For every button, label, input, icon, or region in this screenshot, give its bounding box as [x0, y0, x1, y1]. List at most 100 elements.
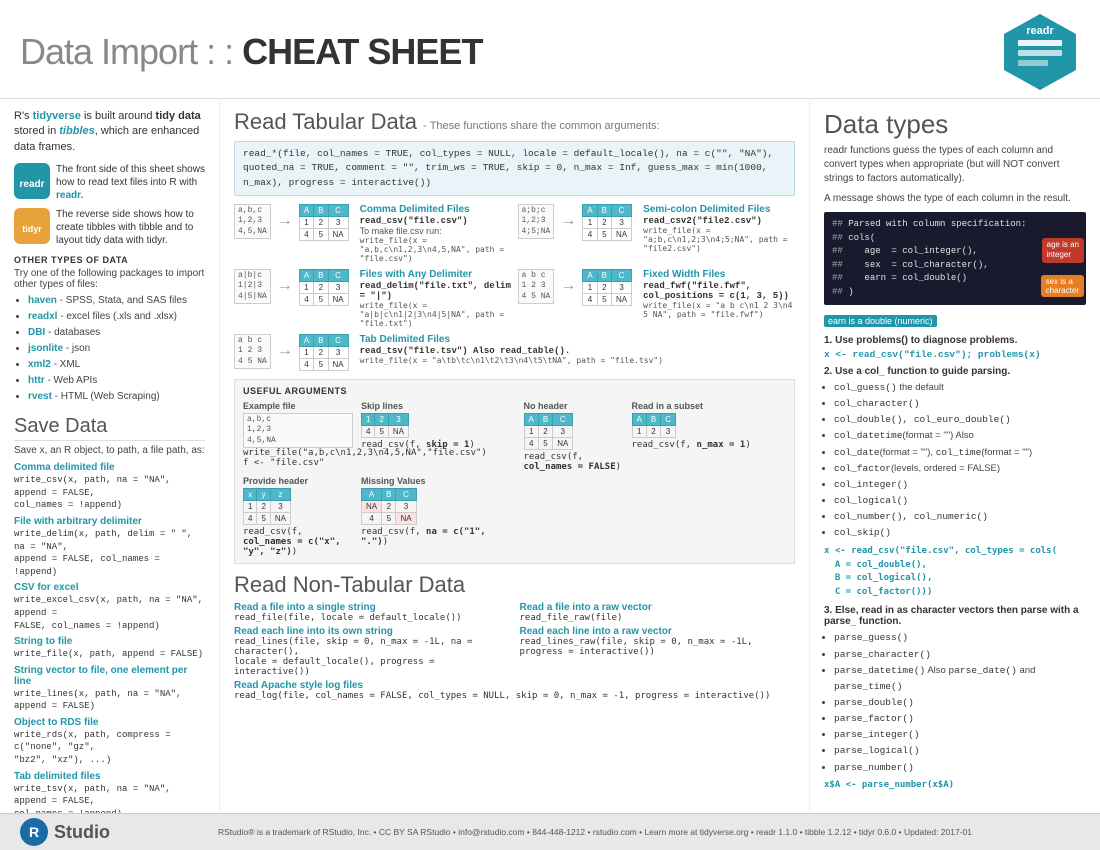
- packages-list: haven - SPSS, Stata, and SAS files readx…: [28, 293, 205, 405]
- tsv-write: write_file(x = "a\tb\tc\n1\t2\t3\n4\t5\t…: [360, 356, 795, 365]
- arg-noheader-table: ABC 123 45NA: [524, 413, 574, 450]
- non-tabular-title: Read Non-Tabular Data: [234, 572, 795, 598]
- fwf-desc: Fixed Width Files read_fwf("file.fwf", c…: [643, 269, 795, 319]
- double-numeric-badge: earn is a double (numeric): [824, 315, 937, 327]
- delim-colored-table: ABC 123 45NA: [299, 269, 349, 306]
- csv2-desc: Semi-colon Delimited Files read_csv2("fi…: [643, 204, 795, 253]
- arg-header-table: xyz 123 45NA: [243, 488, 291, 525]
- save-item-string: String to file write_file(x, path, appen…: [14, 636, 205, 661]
- fwf-write: write_file(x = "a b c\n1 2 3\n4 5 NA", p…: [643, 301, 795, 319]
- arg-example-raw: a,b,c 1,2,3 4,5,NA: [243, 413, 353, 448]
- double-badge-row: earn is a double (numeric): [824, 315, 1086, 327]
- save-rds-code: write_rds(x, path, compress = c("none", …: [14, 729, 205, 767]
- delim-title: Files with Any Delimiter: [360, 269, 512, 280]
- non-tab-single-string: Read a file into a single string read_fi…: [234, 602, 510, 623]
- non-tab-lines-string-title: Read each line into its own string: [234, 626, 510, 637]
- arg-header-label: Provide header: [243, 476, 353, 486]
- delim-raw: a|b|c 1|2|3 4|5|NA: [234, 269, 271, 304]
- csv2-colored-table: ABC 123 45NA: [582, 204, 632, 241]
- list-item: DBI - databases: [28, 325, 205, 341]
- arg-subset-label: Read in a subset: [632, 401, 787, 411]
- list-item: col_date(format = ""), col_time(format =…: [834, 445, 1086, 461]
- title-bold: CHEAT SHEET: [242, 31, 482, 72]
- point2-code: x <- read_csv("file.csv", col_types = co…: [824, 545, 1086, 599]
- tidyr-badge-row: tidyr The reverse side shows how to crea…: [14, 208, 205, 247]
- point3-section: 3. Else, read in as character vectors th…: [824, 605, 1086, 789]
- save-lines-code: write_lines(x, path, na = "NA", append =…: [14, 688, 205, 713]
- list-item: col_number(), col_numeric(): [834, 509, 1086, 525]
- point1-title: 1. Use problems() to diagnose problems.: [824, 335, 1086, 346]
- csv-desc: Comma Delimited Files read_csv("file.csv…: [360, 204, 512, 263]
- footer-logo: R Studio: [20, 818, 110, 846]
- point1-code: x <- read_csv("file.csv"); problems(x): [824, 349, 1086, 360]
- delim-func: read_delim("file.txt", delim = "|"): [360, 281, 512, 301]
- save-delim-code: write_delim(x, path, delim = " ", na = "…: [14, 528, 205, 578]
- save-rds-title: Object to RDS file: [14, 717, 205, 728]
- list-item: col_datetime(format = "") Also: [834, 428, 1086, 444]
- list-item: xml2 - XML: [28, 357, 205, 373]
- csv2-write: write_file(x = "a;b,c\n1,2;3\n4;5;NA", p…: [643, 226, 795, 253]
- save-excel-code: write_excel_csv(x, path, na = "NA", appe…: [14, 594, 205, 632]
- list-item: col_skip(): [834, 525, 1086, 541]
- non-tab-lines-string: Read each line into its own string read_…: [234, 626, 510, 677]
- right-column: Data types readr functions guess the typ…: [810, 99, 1100, 847]
- common-args-code: read_*(file, col_names = TRUE, col_types…: [243, 148, 773, 188]
- section1-subtitle: - These functions share the common argum…: [423, 120, 659, 132]
- studio-text: Studio: [54, 822, 110, 843]
- file-example-delim: a|b|c 1|2|3 4|5|NA → ABC 123 45NA Files …: [234, 269, 512, 328]
- non-tab-lines-string-code: read_lines(file, skip = 0, n_max = -1L, …: [234, 637, 510, 677]
- badge1-text2: readr.: [56, 190, 83, 201]
- fwf-func: read_fwf("file.fwf", col_positions = c(1…: [643, 281, 795, 301]
- header: Data Import : : CHEAT SHEET readr: [0, 0, 1100, 99]
- arg-header-code: read_csv(f, col_names = c("x", "y", "z")…: [243, 527, 353, 557]
- col-functions-list: col_guess() the default col_character() …: [834, 380, 1086, 541]
- save-intro: Save x, an R object, to path, a file pat…: [14, 445, 205, 456]
- arg-example-label: Example file: [243, 401, 353, 411]
- arg-missing-code: read_csv(f, na = c("1", ".")): [361, 527, 516, 547]
- file-example-fwf: a b c 1 2 3 4 5 NA → ABC 123 45NA Fixed …: [518, 269, 796, 328]
- arg-header: Provide header xyz 123 45NA read_csv(f, …: [243, 476, 353, 557]
- arg-example: Example file a,b,c 1,2,3 4,5,NA write_fi…: [243, 401, 353, 468]
- file-example-csv: a,b,c 1,2,3 4,5,NA → ABC 123 45NA Comma …: [234, 204, 512, 263]
- page: Data Import : : CHEAT SHEET readr R's ti…: [0, 0, 1100, 850]
- arrow-icon5: →: [277, 342, 293, 360]
- list-item: col_guess() the default: [834, 380, 1086, 396]
- arg-skip-label: Skip lines: [361, 401, 516, 411]
- list-item: parse_number(): [834, 760, 1086, 776]
- list-item: col_factor(levels, ordered = FALSE): [834, 461, 1086, 477]
- parse-functions-list: parse_guess() parse_character() parse_da…: [834, 630, 1086, 775]
- save-csv-code: write_csv(x, path, na = "NA", append = F…: [14, 474, 205, 512]
- delim-write: write_file(x = "a|b|c\n1|2|3\n4|5|NA", p…: [360, 301, 512, 328]
- left-column: R's tidyverse is built around tidy data …: [0, 99, 220, 847]
- list-item: parse_datetime() Also parse_date() and p…: [834, 663, 1086, 695]
- tidyr-badge-text: The reverse side shows how to create tib…: [56, 208, 205, 247]
- arg-subset: Read in a subset ABC 123 read_csv(f, n_m…: [632, 401, 787, 450]
- non-tab-apache-code: read_log(file, col_names = FALSE, col_ty…: [234, 691, 795, 701]
- arg-noheader-label: No header: [524, 401, 624, 411]
- footer: R Studio RStudio® is a trademark of RStu…: [0, 813, 1100, 850]
- file-examples-grid: a,b,c 1,2,3 4,5,NA → ABC 123 45NA Comma …: [234, 204, 795, 371]
- list-item: parse_character(): [834, 647, 1086, 663]
- list-item: parse_guess(): [834, 630, 1086, 646]
- non-tab-raw-vector-title: Read a file into a raw vector: [520, 602, 796, 613]
- data-types-title: Data types: [824, 109, 1086, 140]
- arg-example-code1: write_file("a,b,c\n1,2,3\n4,5,NA","file.…: [243, 448, 353, 458]
- save-delim-title: File with arbitrary delimiter: [14, 516, 205, 527]
- arg-missing-label: Missing Values: [361, 476, 516, 486]
- arg-noheader: No header ABC 123 45NA read_csv(f, col_n…: [524, 401, 624, 472]
- list-item: parse_factor(): [834, 711, 1086, 727]
- save-excel-title: CSV for excel: [14, 582, 205, 593]
- arg-subset-code: read_csv(f, n_max = 1): [632, 440, 787, 450]
- svg-text:tidyr: tidyr: [22, 224, 42, 234]
- list-item: readxl - excel files (.xls and .xlsx): [28, 309, 205, 325]
- csv-raw: a,b,c 1,2,3 4,5,NA: [234, 204, 271, 239]
- other-types-section: OTHER TYPES OF DATA Try one of the follo…: [14, 255, 205, 405]
- list-item: col_character(): [834, 396, 1086, 412]
- sex-tag: sex is acharacter: [1041, 275, 1084, 297]
- badge1-text1: The front side of this sheet shows how t…: [56, 164, 205, 188]
- fwf-title: Fixed Width Files: [643, 269, 795, 280]
- arg-missing: Missing Values ABC NA23 45NA read_csv(f,…: [361, 476, 516, 547]
- common-args-box: read_*(file, col_names = TRUE, col_types…: [234, 141, 795, 196]
- non-tab-apache-title: Read Apache style log files: [234, 680, 795, 691]
- readr-badge-text: The front side of this sheet shows how t…: [56, 163, 205, 202]
